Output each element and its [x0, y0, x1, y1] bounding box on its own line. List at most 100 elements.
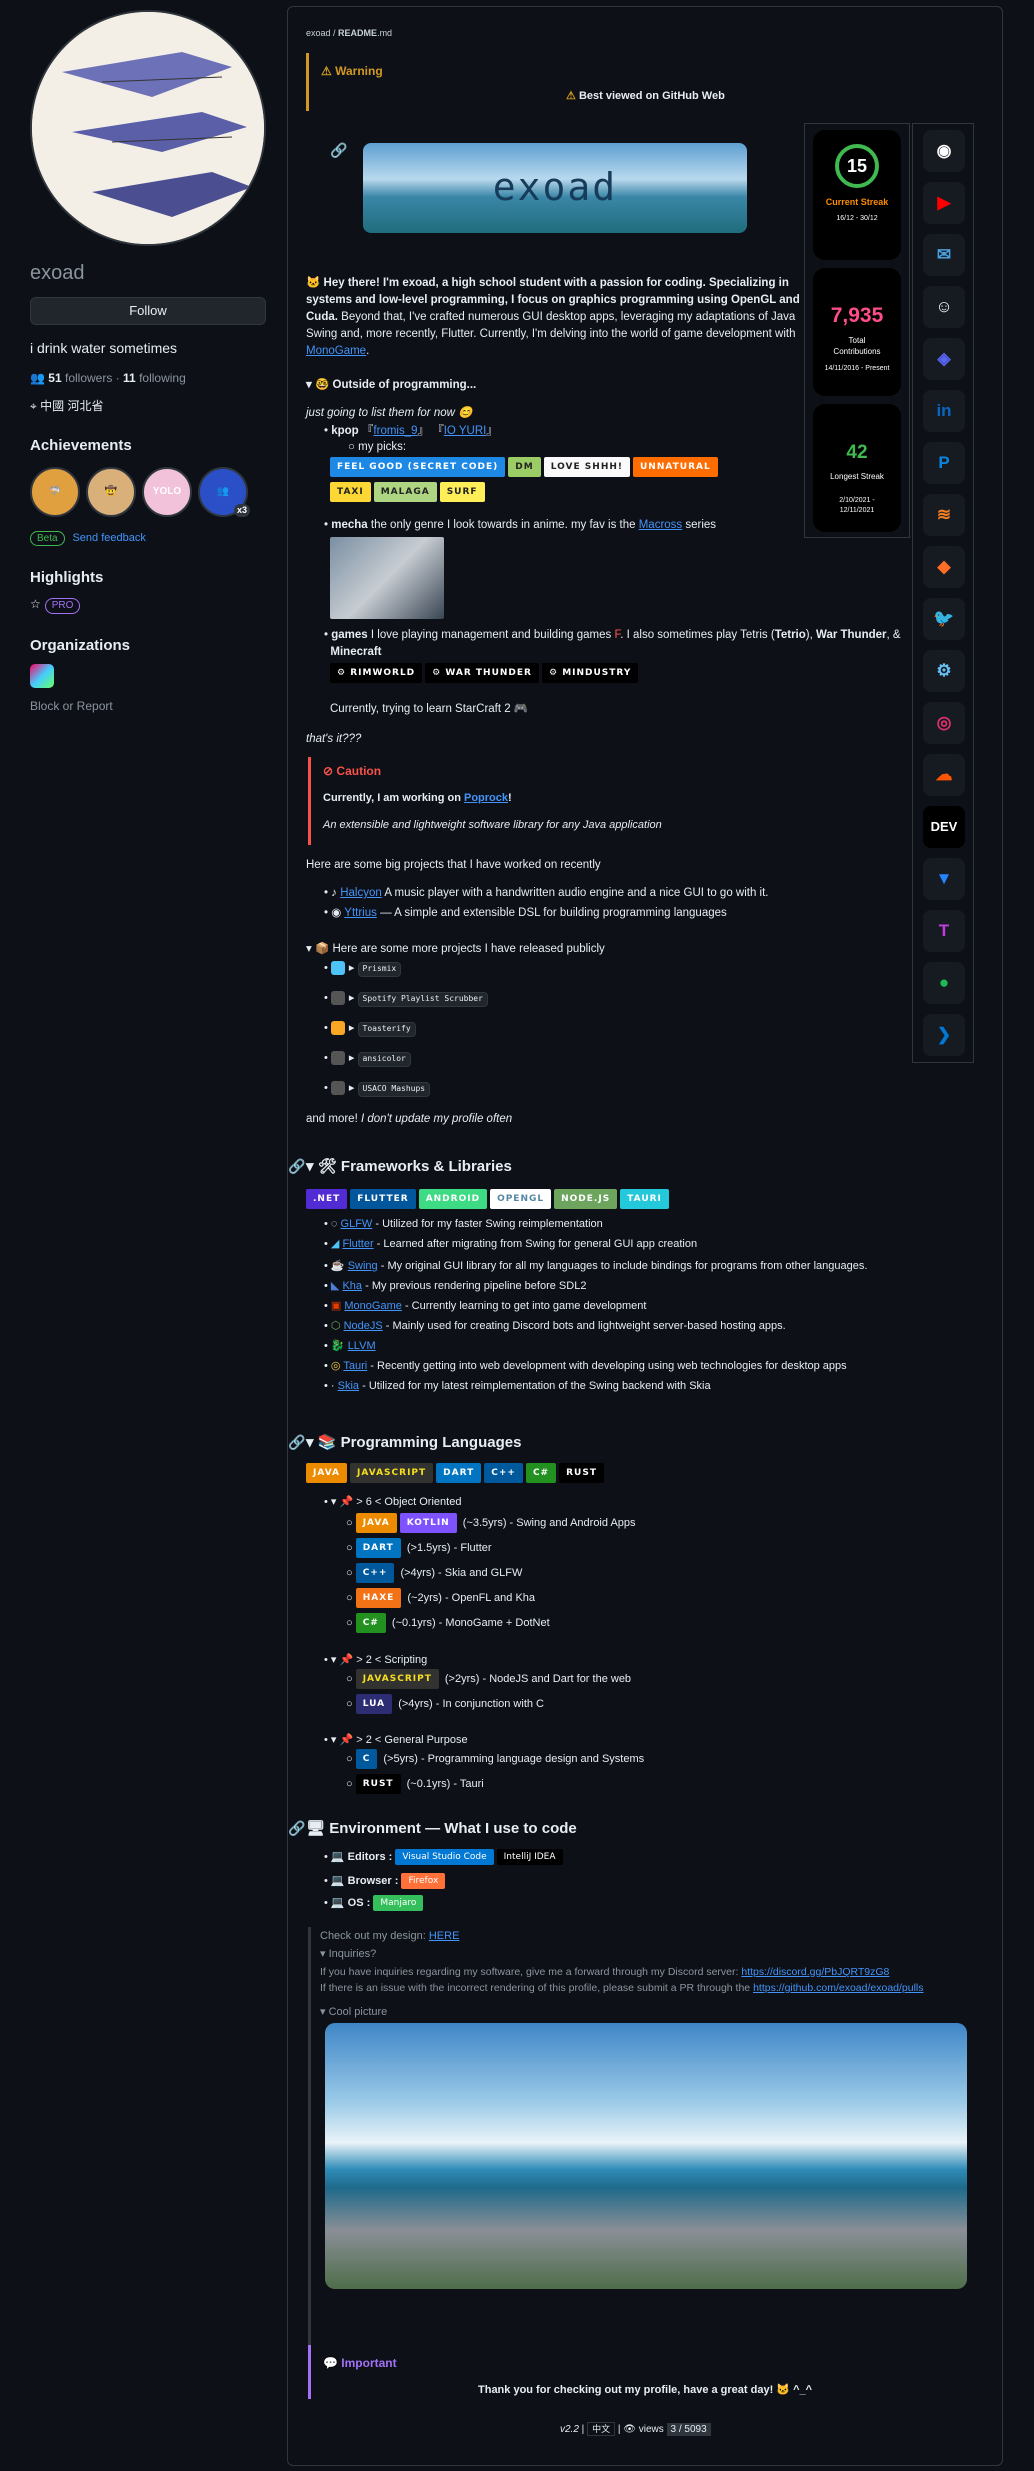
following-count[interactable]: 11	[123, 371, 136, 385]
pick-badge[interactable]: SURF	[439, 481, 485, 502]
achievement-pull-shark-icon[interactable]: 🦈	[30, 466, 80, 517]
firefox-badge[interactable]: Firefox	[401, 1873, 446, 1889]
manjaro-badge[interactable]: Manjaro	[373, 1895, 424, 1911]
macross-link[interactable]: Macross	[639, 519, 682, 531]
avatar[interactable]	[30, 10, 266, 246]
framework-link[interactable]: Flutter	[342, 1238, 373, 1250]
framework-badge[interactable]: FLUTTER	[350, 1189, 416, 1210]
twitter-icon[interactable]: 🐦	[923, 598, 965, 640]
language-badge[interactable]: RUST	[355, 1774, 401, 1794]
project-item[interactable]: • ▸ USACO Mashups	[324, 1081, 524, 1097]
followers-label[interactable]: followers	[65, 371, 112, 385]
language-badge[interactable]: RUST	[559, 1463, 604, 1484]
language-badge[interactable]: JAVASCRIPT	[355, 1669, 439, 1689]
achievement-quickdraw-icon[interactable]: 🤠	[86, 466, 136, 517]
project-item[interactable]: • ▸ Prismix	[324, 961, 524, 977]
breadcrumb-file[interactable]: README	[338, 28, 377, 38]
intellij-badge[interactable]: IntelliJ IDEA	[496, 1849, 563, 1865]
monogame-link[interactable]: MonoGame	[306, 345, 366, 357]
ioyuri-link[interactable]: IO YURI	[444, 425, 487, 437]
language-toggle[interactable]: 中文	[587, 2422, 616, 2436]
object-oriented-summary[interactable]: • ▾ 📌 > 6 < Object Oriented	[324, 1495, 461, 1510]
instagram-icon[interactable]: ◎	[923, 702, 965, 744]
languages-heading[interactable]: ▾ 📚 Programming Languages	[306, 1433, 521, 1453]
language-badge[interactable]: HAXE	[355, 1588, 402, 1608]
language-badge[interactable]: JAVA	[306, 1463, 348, 1484]
framework-badge[interactable]: TAURI	[620, 1189, 669, 1210]
follow-button[interactable]: Follow	[30, 297, 266, 325]
framework-badge[interactable]: NODE.JS	[554, 1189, 618, 1210]
vscode-badge[interactable]: Visual Studio Code	[395, 1849, 494, 1865]
block-report-link[interactable]: Block or Report	[30, 698, 270, 714]
framework-link[interactable]: GLFW	[341, 1218, 373, 1230]
reddit-icon[interactable]: ☺	[923, 286, 965, 328]
pick-badge[interactable]: TAXI	[330, 481, 371, 502]
linkedin-icon[interactable]: in	[923, 390, 965, 432]
language-badge[interactable]: C	[355, 1749, 378, 1769]
pick-badge[interactable]: LOVE SHHH!	[543, 457, 630, 478]
game-badge[interactable]: ⚙ MINDUSTRY	[541, 663, 639, 684]
project-item[interactable]: • ▸ ansicolor	[324, 1051, 524, 1067]
anchor-link-icon[interactable]: 🔗	[288, 1157, 305, 1176]
game-badge[interactable]: ⚙ WAR THUNDER	[425, 663, 539, 684]
design-here-link[interactable]: HERE	[429, 1930, 460, 1942]
gitlab-icon[interactable]: ◆	[923, 546, 965, 588]
language-badge[interactable]: JAVASCRIPT	[350, 1463, 434, 1484]
email-icon[interactable]: ✉	[923, 234, 965, 276]
framework-badge[interactable]: .NET	[306, 1189, 348, 1210]
github-icon[interactable]: ◉	[923, 130, 965, 172]
language-badge[interactable]: DART	[355, 1538, 401, 1558]
paypal-icon[interactable]: P	[923, 442, 965, 484]
pick-badge[interactable]: MALAGA	[373, 481, 437, 502]
anchor-link-icon[interactable]: 🔗	[288, 1819, 305, 1838]
discord-link[interactable]: https://discord.gg/PbJQRT9zG8	[741, 1966, 889, 1978]
framework-badge[interactable]: ANDROID	[418, 1189, 488, 1210]
spotify-icon[interactable]: ●	[923, 962, 965, 1004]
yttrius-link[interactable]: Yttrius	[344, 907, 377, 919]
language-badge[interactable]: C++	[484, 1463, 523, 1484]
pick-badge[interactable]: DM	[508, 457, 541, 478]
discord-icon[interactable]: ◈	[923, 338, 965, 380]
framework-badge[interactable]: OPENGL	[490, 1189, 552, 1210]
general-purpose-summary[interactable]: • ▾ 📌 > 2 < General Purpose	[324, 1733, 468, 1748]
framework-link[interactable]: LLVM	[348, 1340, 376, 1352]
vscode-icon[interactable]: ❯	[923, 1014, 965, 1056]
project-item[interactable]: • ▸ Spotify Playlist Scrubber	[324, 991, 574, 1007]
framework-link[interactable]: Swing	[348, 1260, 378, 1272]
pro-badge[interactable]: PRO	[44, 598, 81, 614]
project-item[interactable]: • ▸ Toasterify	[324, 1021, 524, 1037]
bitbucket-icon[interactable]: ▼	[923, 858, 965, 900]
poprock-link[interactable]: Poprock	[464, 792, 508, 804]
soundcloud-icon[interactable]: ☁	[923, 754, 965, 796]
fromis9-link[interactable]: fromis_9	[373, 425, 417, 437]
inquiries-summary[interactable]: ▾ Inquiries?	[320, 1947, 376, 1962]
dev-icon[interactable]: DEV	[923, 806, 965, 848]
anchor-link-icon[interactable]: 🔗	[288, 1433, 305, 1452]
language-badge[interactable]: JAVA	[355, 1513, 397, 1533]
halcyon-link[interactable]: Halcyon	[340, 887, 382, 899]
tumblr-icon[interactable]: T	[923, 910, 965, 952]
framework-link[interactable]: NodeJS	[344, 1320, 383, 1332]
language-badge[interactable]: DART	[436, 1463, 482, 1484]
stackoverflow-icon[interactable]: ≋	[923, 494, 965, 536]
steam-icon[interactable]: ⚙	[923, 650, 965, 692]
organization-avatar[interactable]	[30, 664, 54, 689]
framework-link[interactable]: Skia	[338, 1380, 359, 1392]
language-badge[interactable]: KOTLIN	[399, 1513, 457, 1533]
followers-count[interactable]: 51	[48, 371, 61, 385]
framework-link[interactable]: MonoGame	[344, 1300, 401, 1312]
language-badge[interactable]: C++	[355, 1563, 395, 1583]
framework-link[interactable]: Tauri	[343, 1360, 367, 1372]
achievement-yolo-icon[interactable]: YOLO	[142, 466, 192, 517]
game-badge[interactable]: ⚙ RIMWORLD	[330, 663, 423, 684]
framework-link[interactable]: Kha	[342, 1280, 362, 1292]
outside-programming-summary[interactable]: ▾ 🤓 Outside of programming...	[306, 377, 476, 394]
cool-picture-summary[interactable]: ▾ Cool picture	[320, 2005, 387, 2020]
following-label[interactable]: following	[139, 371, 186, 385]
language-badge[interactable]: C#	[525, 1463, 557, 1484]
language-badge[interactable]: LUA	[355, 1694, 393, 1714]
youtube-icon[interactable]: ▶	[923, 182, 965, 224]
breadcrumb-user[interactable]: exoad	[306, 28, 331, 38]
send-feedback-link[interactable]: Send feedback	[72, 532, 145, 544]
achievement-pair-extraordinaire-icon[interactable]: 👥 x3	[198, 466, 250, 517]
